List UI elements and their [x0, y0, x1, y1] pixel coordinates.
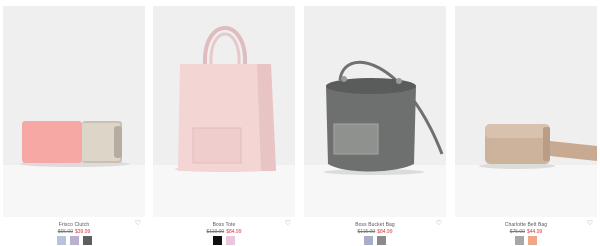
- color-swatches: [455, 236, 597, 245]
- sale-price: $39.99: [75, 229, 91, 235]
- product-grid: Frisco Clutch ♡ $65.00 $39.99 Boss Tote ♡: [0, 0, 600, 246]
- color-swatch[interactable]: [69, 236, 79, 245]
- product-name[interactable]: Boss Tote: [153, 222, 295, 228]
- color-swatches: [304, 236, 446, 245]
- original-price: $65.00: [57, 229, 73, 235]
- color-swatch[interactable]: [213, 236, 222, 245]
- product-image[interactable]: [153, 6, 295, 217]
- product-card[interactable]: Charlotte Belt Bag ♡ $75.00 $44.99: [455, 6, 597, 246]
- heart-icon[interactable]: ♡: [587, 220, 593, 227]
- product-price: $119.00 $84.99: [153, 229, 295, 235]
- original-price: $75.00: [509, 229, 525, 235]
- original-price: $119.00: [206, 229, 225, 235]
- color-swatch[interactable]: [377, 236, 386, 245]
- color-swatch[interactable]: [226, 236, 235, 245]
- product-card[interactable]: Frisco Clutch ♡ $65.00 $39.99: [3, 6, 145, 246]
- sale-price: $84.99: [226, 229, 242, 235]
- product-card[interactable]: Boss Bucket Bag ♡ $115.00 $84.99: [304, 6, 446, 246]
- color-swatches: [153, 236, 295, 245]
- heart-icon[interactable]: ♡: [135, 220, 141, 227]
- sale-price: $44.99: [527, 229, 543, 235]
- product-name[interactable]: Frisco Clutch: [3, 222, 145, 228]
- heart-icon[interactable]: ♡: [436, 220, 442, 227]
- color-swatch[interactable]: [82, 236, 92, 245]
- color-swatch[interactable]: [515, 236, 524, 245]
- product-price: $115.00 $84.99: [304, 229, 446, 235]
- product-price: $65.00 $39.99: [3, 229, 145, 235]
- product-name[interactable]: Charlotte Belt Bag: [455, 222, 597, 228]
- original-price: $115.00: [357, 229, 376, 235]
- color-swatches: [3, 236, 145, 245]
- product-price: $75.00 $44.99: [455, 229, 597, 235]
- product-image[interactable]: [304, 6, 446, 217]
- product-name[interactable]: Boss Bucket Bag: [304, 222, 446, 228]
- color-swatch[interactable]: [56, 236, 66, 245]
- color-swatch[interactable]: [528, 236, 537, 245]
- sale-price: $84.99: [377, 229, 393, 235]
- product-image[interactable]: [455, 6, 597, 217]
- color-swatch[interactable]: [364, 236, 373, 245]
- heart-icon[interactable]: ♡: [285, 220, 291, 227]
- product-card[interactable]: Boss Tote ♡ $119.00 $84.99: [153, 6, 295, 246]
- product-image[interactable]: [3, 6, 145, 217]
